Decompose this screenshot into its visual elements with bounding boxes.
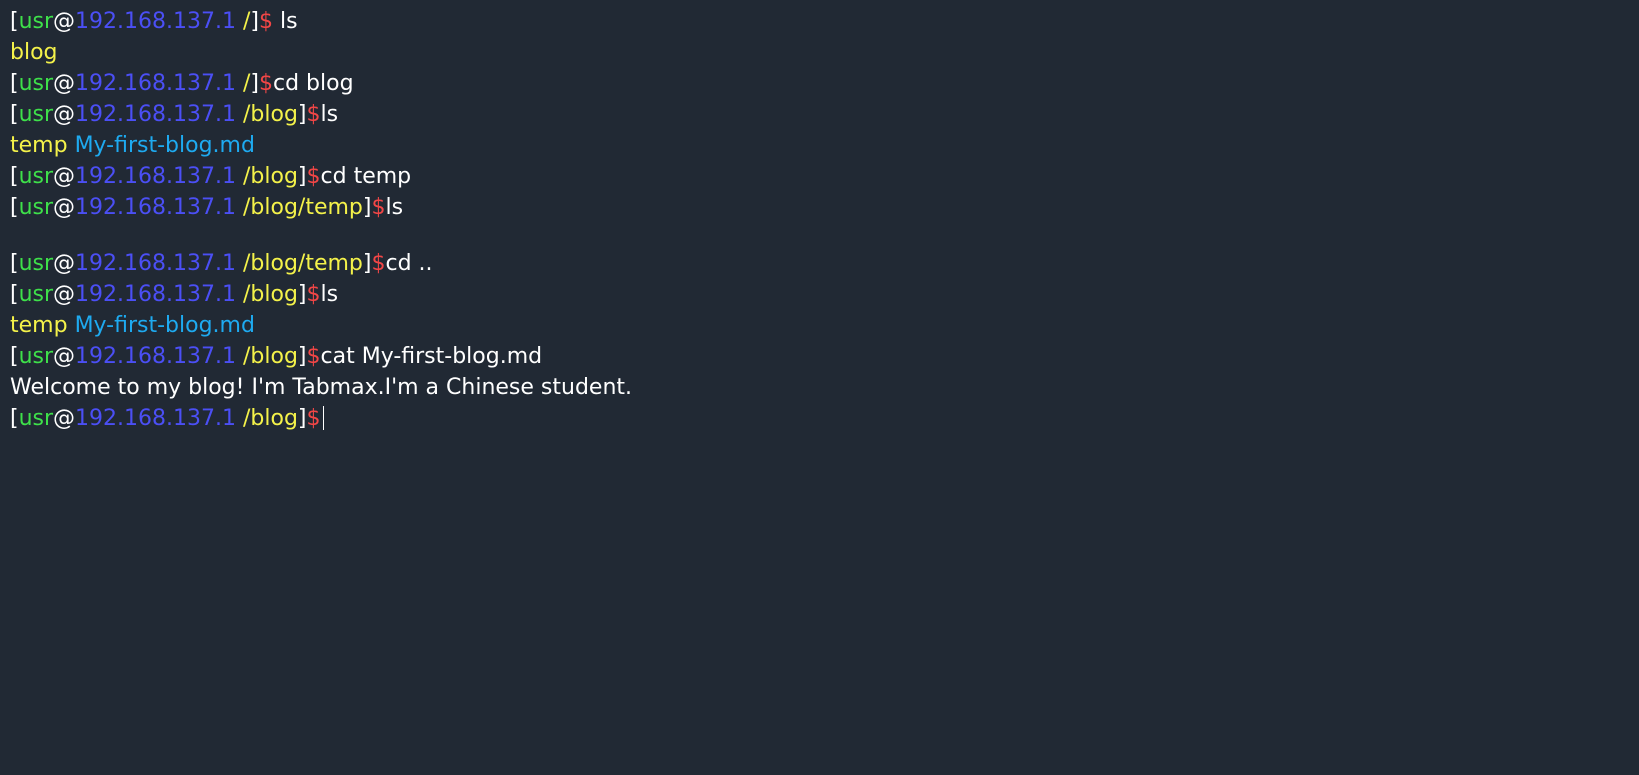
prompt-bracket: [	[10, 195, 19, 220]
prompt-user: usr	[18, 164, 54, 189]
prompt-dollar: $	[306, 344, 321, 369]
command-input-line[interactable]: [usr@192.168.137.1 /blog]$	[10, 403, 1629, 434]
prompt-bracket: [	[10, 344, 19, 369]
prompt-at: @	[53, 164, 76, 189]
prompt-path: /blog	[236, 344, 298, 369]
prompt-at: @	[53, 9, 76, 34]
prompt-dollar: $	[306, 102, 321, 127]
prompt-at: @	[53, 344, 76, 369]
prompt-bracket: [	[10, 251, 19, 276]
prompt-bracket: [	[10, 164, 19, 189]
prompt-host: 192.168.137.1	[75, 195, 236, 220]
prompt-host: 192.168.137.1	[75, 406, 236, 431]
output-directory: blog	[10, 40, 58, 65]
prompt-user: usr	[18, 251, 54, 276]
prompt-path: /blog	[236, 406, 298, 431]
prompt-dollar: $	[371, 251, 386, 276]
prompt-path: /	[236, 71, 251, 96]
prompt-host: 192.168.137.1	[75, 251, 236, 276]
text-cursor	[322, 406, 324, 430]
prompt-bracket: [	[10, 406, 19, 431]
command-text: ls	[320, 282, 339, 307]
command-text: ls	[273, 9, 298, 34]
prompt-bracket: [	[10, 102, 19, 127]
output-directory: temp	[10, 313, 68, 338]
prompt-line: [usr@192.168.137.1 /blog]$ls	[10, 279, 1629, 310]
prompt-dollar: $	[259, 9, 273, 34]
output-text: Welcome to my blog! I'm Tabmax.I'm a Chi…	[10, 375, 633, 400]
prompt-line: [usr@192.168.137.1 /blog]$cat My-first-b…	[10, 341, 1629, 372]
prompt-user: usr	[18, 282, 54, 307]
output-line: blog	[10, 37, 1629, 68]
prompt-host: 192.168.137.1	[75, 344, 236, 369]
prompt-path: /blog	[236, 164, 298, 189]
prompt-user: usr	[18, 102, 54, 127]
output-line: temp My-first-blog.md	[10, 130, 1629, 161]
prompt-user: usr	[18, 344, 54, 369]
output-line: Welcome to my blog! I'm Tabmax.I'm a Chi…	[10, 372, 1629, 403]
prompt-at: @	[53, 102, 76, 127]
prompt-host: 192.168.137.1	[75, 164, 236, 189]
prompt-line: [usr@192.168.137.1 /blog]$ls	[10, 99, 1629, 130]
prompt-host: 192.168.137.1	[75, 9, 236, 34]
prompt-host: 192.168.137.1	[75, 102, 236, 127]
prompt-user: usr	[18, 9, 54, 34]
prompt-dollar: $	[259, 71, 273, 96]
prompt-dollar: $	[306, 282, 321, 307]
output-line: temp My-first-blog.md	[10, 310, 1629, 341]
prompt-at: @	[53, 282, 76, 307]
prompt-user: usr	[18, 71, 54, 96]
prompt-dollar: $	[371, 195, 386, 220]
prompt-user: usr	[18, 406, 54, 431]
prompt-line: [usr@192.168.137.1 /]$ ls	[10, 6, 1629, 37]
output-file: My-first-blog.md	[74, 133, 255, 158]
command-text: cat My-first-blog.md	[320, 344, 543, 369]
prompt-bracket: [	[10, 282, 19, 307]
prompt-bracket: ]	[250, 9, 259, 34]
prompt-at: @	[53, 71, 76, 96]
prompt-dollar: $	[306, 164, 321, 189]
prompt-at: @	[53, 195, 76, 220]
prompt-line: [usr@192.168.137.1 /blog/temp]$ls	[10, 192, 1629, 223]
terminal-window[interactable]: [usr@192.168.137.1 /]$ ls blog [usr@192.16…	[10, 6, 1629, 434]
prompt-path: /blog/temp	[236, 251, 363, 276]
command-text: ls	[320, 102, 339, 127]
prompt-bracket: [	[10, 71, 19, 96]
prompt-bracket: ]	[297, 282, 307, 307]
prompt-at: @	[53, 251, 76, 276]
output-file: My-first-blog.md	[74, 313, 255, 338]
prompt-user: usr	[18, 195, 54, 220]
prompt-bracket: ]	[250, 71, 259, 96]
prompt-dollar: $	[306, 406, 321, 431]
prompt-path: /blog	[236, 282, 298, 307]
prompt-host: 192.168.137.1	[75, 71, 236, 96]
prompt-bracket: ]	[297, 406, 307, 431]
prompt-path: /	[236, 9, 251, 34]
output-directory: temp	[10, 133, 68, 158]
prompt-bracket: ]	[297, 344, 307, 369]
prompt-bracket: [	[10, 9, 19, 34]
prompt-line: [usr@192.168.137.1 /]$cd blog	[10, 68, 1629, 99]
prompt-path: /blog	[236, 102, 298, 127]
command-text: cd blog	[273, 71, 354, 96]
command-text: cd temp	[320, 164, 412, 189]
prompt-bracket: ]	[297, 102, 307, 127]
prompt-bracket: ]	[297, 164, 307, 189]
command-text: ls	[385, 195, 404, 220]
prompt-host: 192.168.137.1	[75, 282, 236, 307]
prompt-at: @	[53, 406, 76, 431]
prompt-line: [usr@192.168.137.1 /blog/temp]$cd ..	[10, 248, 1629, 279]
prompt-path: /blog/temp	[236, 195, 363, 220]
prompt-line: [usr@192.168.137.1 /blog]$cd temp	[10, 161, 1629, 192]
command-text: cd ..	[385, 251, 433, 276]
